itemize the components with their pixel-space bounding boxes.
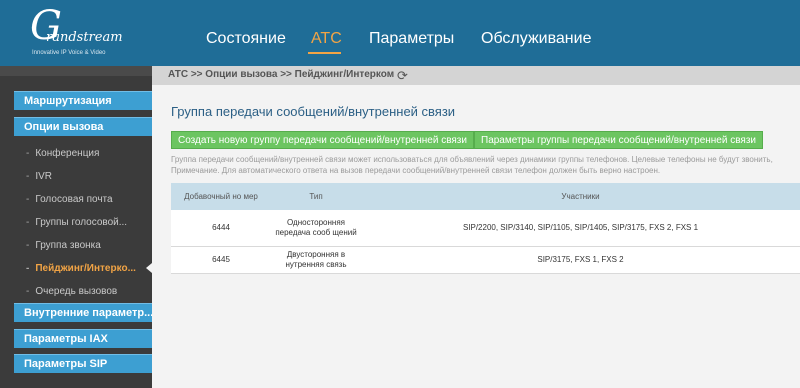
- sidebar-item-label: Голосовая почта: [35, 194, 113, 205]
- sidebar-item-label: Конференция: [35, 148, 100, 159]
- dash-icon: -: [26, 263, 30, 274]
- column-header-type[interactable]: Тип: [271, 183, 361, 210]
- sidebar-item-label: Очередь вызовов: [35, 286, 118, 297]
- left-sidebar: Маршрутизация Опции вызова - Конференция …: [0, 66, 152, 388]
- info-note-line-2: Примечание. Для автоматического ответа н…: [171, 166, 661, 175]
- dash-icon: -: [26, 286, 30, 297]
- sidebar-item-label: Группа звонка: [35, 240, 101, 251]
- dash-icon: -: [26, 171, 30, 182]
- nav-settings[interactable]: Параметры: [369, 30, 454, 48]
- dash-icon: -: [26, 194, 30, 205]
- dash-icon: -: [26, 240, 30, 251]
- cell-type: Односторонняя передача сооб щений: [271, 210, 361, 247]
- dash-icon: -: [26, 217, 30, 228]
- cell-members: SIP/3175, FXS 1, FXS 2: [361, 246, 800, 274]
- sidebar-item-paging-intercom[interactable]: - Пейджинг/Интерко...: [26, 263, 136, 274]
- sidebar-item-label: Пейджинг/Интерко...: [35, 263, 136, 274]
- sidebar-item-ring-group[interactable]: - Группа звонка: [26, 240, 101, 251]
- nav-maintenance[interactable]: Обслуживание: [481, 30, 591, 48]
- sidebar-section-routing[interactable]: Маршрутизация: [14, 91, 152, 110]
- page-title: Группа передачи сообщений/внутренней свя…: [171, 104, 456, 119]
- paging-groups-table: Добавочный но мер Тип Участники 6444 Одн…: [171, 183, 800, 274]
- dash-icon: -: [26, 148, 30, 159]
- nav-pbx[interactable]: АТС: [311, 30, 342, 48]
- cell-extension: 6445: [171, 246, 271, 274]
- create-group-button[interactable]: Создать новую группу передачи сообщений/…: [171, 131, 474, 149]
- table-row[interactable]: 6445 Двусторонняя в нутренняя связь SIP/…: [171, 246, 800, 274]
- grandstream-logo[interactable]: G randstream Innovative IP Voice & Video: [12, 6, 123, 60]
- column-header-members[interactable]: Участники: [361, 183, 800, 210]
- sidebar-item-voicemail[interactable]: - Голосовая почта: [26, 194, 113, 205]
- breadcrumb-bar: АТС >> Опции вызова >> Пейджинг/Интерком…: [152, 66, 800, 85]
- cell-type: Двусторонняя в нутренняя связь: [271, 246, 361, 274]
- cell-extension: 6444: [171, 210, 271, 247]
- breadcrumb: АТС >> Опции вызова >> Пейджинг/Интерком: [168, 69, 395, 80]
- logo-tagline: Innovative IP Voice & Video: [32, 50, 106, 56]
- sidebar-item-call-queue[interactable]: - Очередь вызовов: [26, 286, 117, 297]
- column-header-extension[interactable]: Добавочный но мер: [171, 183, 271, 210]
- sidebar-item-label: IVR: [35, 171, 53, 182]
- refresh-icon[interactable]: ⟳: [397, 68, 408, 84]
- active-nav-underline: [308, 52, 341, 54]
- sidebar-section-call-features[interactable]: Опции вызова: [14, 117, 152, 136]
- sidebar-section-internal-options[interactable]: Внутренние параметр...: [14, 303, 152, 322]
- sidebar-item-conference[interactable]: - Конференция: [26, 148, 99, 159]
- sidebar-item-voicemail-groups[interactable]: - Группы голосовой...: [26, 217, 127, 228]
- group-settings-button[interactable]: Параметры группы передачи сообщений/внут…: [474, 131, 764, 149]
- sidebar-top-band: [0, 66, 152, 76]
- cell-members: SIP/2200, SIP/3140, SIP/1105, SIP/1405, …: [361, 210, 800, 247]
- sidebar-section-iax-settings[interactable]: Параметры IAX: [14, 329, 152, 348]
- table-header-row: Добавочный но мер Тип Участники: [171, 183, 800, 210]
- info-note-line-1: Группа передачи сообщений/внутренней свя…: [171, 155, 773, 164]
- sidebar-section-sip-settings[interactable]: Параметры SIP: [14, 354, 152, 373]
- top-header: G randstream Innovative IP Voice & Video…: [0, 0, 800, 66]
- main-content: Группа передачи сообщений/внутренней свя…: [152, 85, 800, 388]
- logo-wordmark: randstream: [46, 30, 123, 45]
- sidebar-item-label: Группы голосовой...: [35, 217, 128, 228]
- sidebar-item-ivr[interactable]: - IVR: [26, 171, 52, 182]
- nav-status[interactable]: Состояние: [206, 30, 286, 48]
- table-row[interactable]: 6444 Односторонняя передача сооб щений S…: [171, 210, 800, 247]
